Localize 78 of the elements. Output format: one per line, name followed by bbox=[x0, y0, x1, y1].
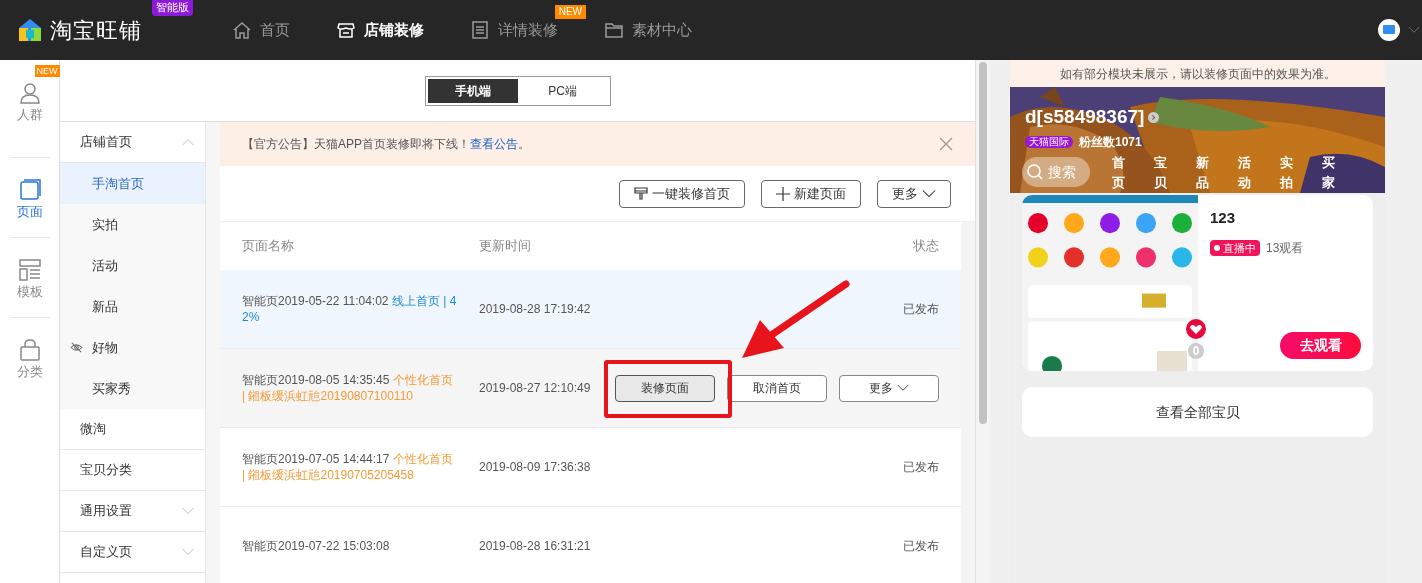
sidebar-group[interactable]: 自定义页 bbox=[80, 542, 181, 562]
update-time: 2019-08-27 12:10:49 bbox=[479, 380, 592, 397]
page-name: 智能页2019-07-22 15:03:08 bbox=[242, 538, 391, 554]
scrollbar-thumb[interactable] bbox=[979, 62, 987, 424]
sidebar-group[interactable]: 宝贝分类 bbox=[80, 460, 195, 480]
all-items-button[interactable]: 查看全部宝贝 bbox=[1022, 387, 1373, 437]
column-header: 状态 bbox=[913, 237, 939, 256]
shop-nav-link[interactable]: 活动 bbox=[1238, 153, 1251, 193]
nav-tab[interactable]: 首页 bbox=[232, 18, 290, 42]
watch-button[interactable]: 去观看 bbox=[1280, 332, 1361, 359]
rail-item[interactable]: 人群 bbox=[16, 81, 43, 125]
app-title: 淘宝旺铺 bbox=[50, 16, 143, 45]
search-icon bbox=[1026, 163, 1044, 181]
update-time: 2019-08-28 17:19:42 bbox=[479, 301, 592, 318]
sidebar-group[interactable]: 微淘 bbox=[80, 419, 195, 439]
folder-icon bbox=[604, 20, 624, 40]
viewer-count: 13观看 bbox=[1266, 239, 1304, 257]
rail-item[interactable]: 页面 bbox=[16, 178, 43, 222]
toolbar-button[interactable]: 新建页面 bbox=[761, 179, 861, 208]
notice-text: 【官方公告】天猫APP首页装修即将下线！ bbox=[242, 136, 470, 153]
fans-count: 粉丝数1071 bbox=[1079, 133, 1142, 151]
avatar-icon[interactable] bbox=[1378, 19, 1400, 41]
shop-name: d[s58498367] bbox=[1025, 105, 1145, 129]
status-text: 已发布 bbox=[903, 459, 939, 476]
shop-nav-link[interactable]: 买家 bbox=[1322, 153, 1335, 193]
dot-icon bbox=[1214, 244, 1220, 251]
shop-nav-link[interactable]: 实拍 bbox=[1280, 153, 1293, 193]
nav-tab[interactable]: 店铺装修 bbox=[336, 18, 424, 42]
page-name: 智能页2019-05-22 11:04:02 线上首页 | 42% bbox=[242, 293, 457, 325]
logo-icon bbox=[18, 18, 42, 42]
sidebar-group[interactable]: 店铺首页 bbox=[80, 132, 181, 152]
page-icon bbox=[17, 178, 42, 202]
table-row[interactable]: 智能页2019-08-05 14:35:45 个性化首页 | 鎺板缓浜虹兘20190807100110 2019-08-27 12:10:49 装修页面 取消首页 更多 bbox=[220, 349, 961, 428]
table-row[interactable]: 智能页2019-05-22 11:04:02 线上首页 | 42% 2019-08-28 17:19:42 已发布 bbox=[220, 270, 961, 349]
edition-badge: 智能版 bbox=[152, 0, 193, 16]
info-icon[interactable] bbox=[1148, 111, 1160, 123]
plus-icon bbox=[776, 186, 790, 201]
document-icon bbox=[470, 20, 490, 40]
rail-item[interactable]: 分类 bbox=[16, 338, 43, 382]
status-text: 已发布 bbox=[903, 538, 939, 555]
shop-nav-link[interactable]: 新品 bbox=[1196, 153, 1209, 193]
page-name: 智能页2019-07-05 14:44:17 个性化首页 | 鎺板缓浜虹兘20190705205458 bbox=[242, 451, 454, 483]
notice-end: 。 bbox=[518, 136, 530, 153]
person-icon bbox=[17, 81, 42, 105]
bag-icon bbox=[17, 338, 42, 362]
new-badge: NEW bbox=[34, 65, 60, 77]
live-title: 123 bbox=[1210, 208, 1237, 228]
page-name: 智能页2019-08-05 14:35:45 个性化首页 | 鎺板缓浜虹兘20190807100110 bbox=[242, 372, 454, 404]
new-badge: NEW bbox=[554, 4, 586, 19]
update-time: 2019-08-28 16:31:21 bbox=[479, 538, 592, 555]
shop-nav-link[interactable]: 首页 bbox=[1112, 153, 1125, 193]
row-action-button[interactable]: 取消首页 bbox=[727, 374, 827, 402]
row-action-button[interactable]: 更多 bbox=[839, 374, 939, 402]
nav-tab[interactable]: 详情装修 bbox=[470, 18, 558, 42]
rail-item[interactable]: 模板 bbox=[16, 258, 43, 302]
chevron-down-icon bbox=[922, 188, 936, 199]
shop-nav-link[interactable]: 宝贝 bbox=[1154, 153, 1167, 193]
shop-icon bbox=[336, 20, 356, 40]
column-header: 页面名称 bbox=[242, 237, 295, 256]
live-badge: 直播中 bbox=[1210, 239, 1260, 256]
brush-icon bbox=[634, 186, 648, 201]
preview-notice: 如有部分模块未展示，请以装修页面中的效果为准。 bbox=[1010, 60, 1385, 87]
notice-link[interactable]: 查看公告 bbox=[470, 135, 518, 153]
chevron-down-icon bbox=[897, 384, 909, 392]
sidebar-group[interactable]: 通用设置 bbox=[80, 501, 181, 521]
template-icon bbox=[17, 258, 42, 282]
scrollbar[interactable] bbox=[975, 60, 990, 583]
update-time: 2019-08-09 17:36:38 bbox=[479, 459, 592, 476]
chevron-down-icon bbox=[1408, 26, 1420, 34]
nav-tab[interactable]: 素材中心 bbox=[604, 18, 692, 42]
toolbar-button[interactable]: 一键装修首页 bbox=[619, 179, 745, 208]
status-text: 已发布 bbox=[903, 301, 939, 318]
toolbar-button[interactable]: 更多 bbox=[877, 179, 951, 208]
house-icon bbox=[232, 20, 252, 40]
column-header: 更新时间 bbox=[479, 237, 531, 256]
device-tab[interactable]: 手机端 bbox=[427, 78, 518, 103]
close-icon[interactable] bbox=[939, 137, 953, 151]
row-action-button[interactable]: 装修页面 bbox=[615, 374, 715, 402]
